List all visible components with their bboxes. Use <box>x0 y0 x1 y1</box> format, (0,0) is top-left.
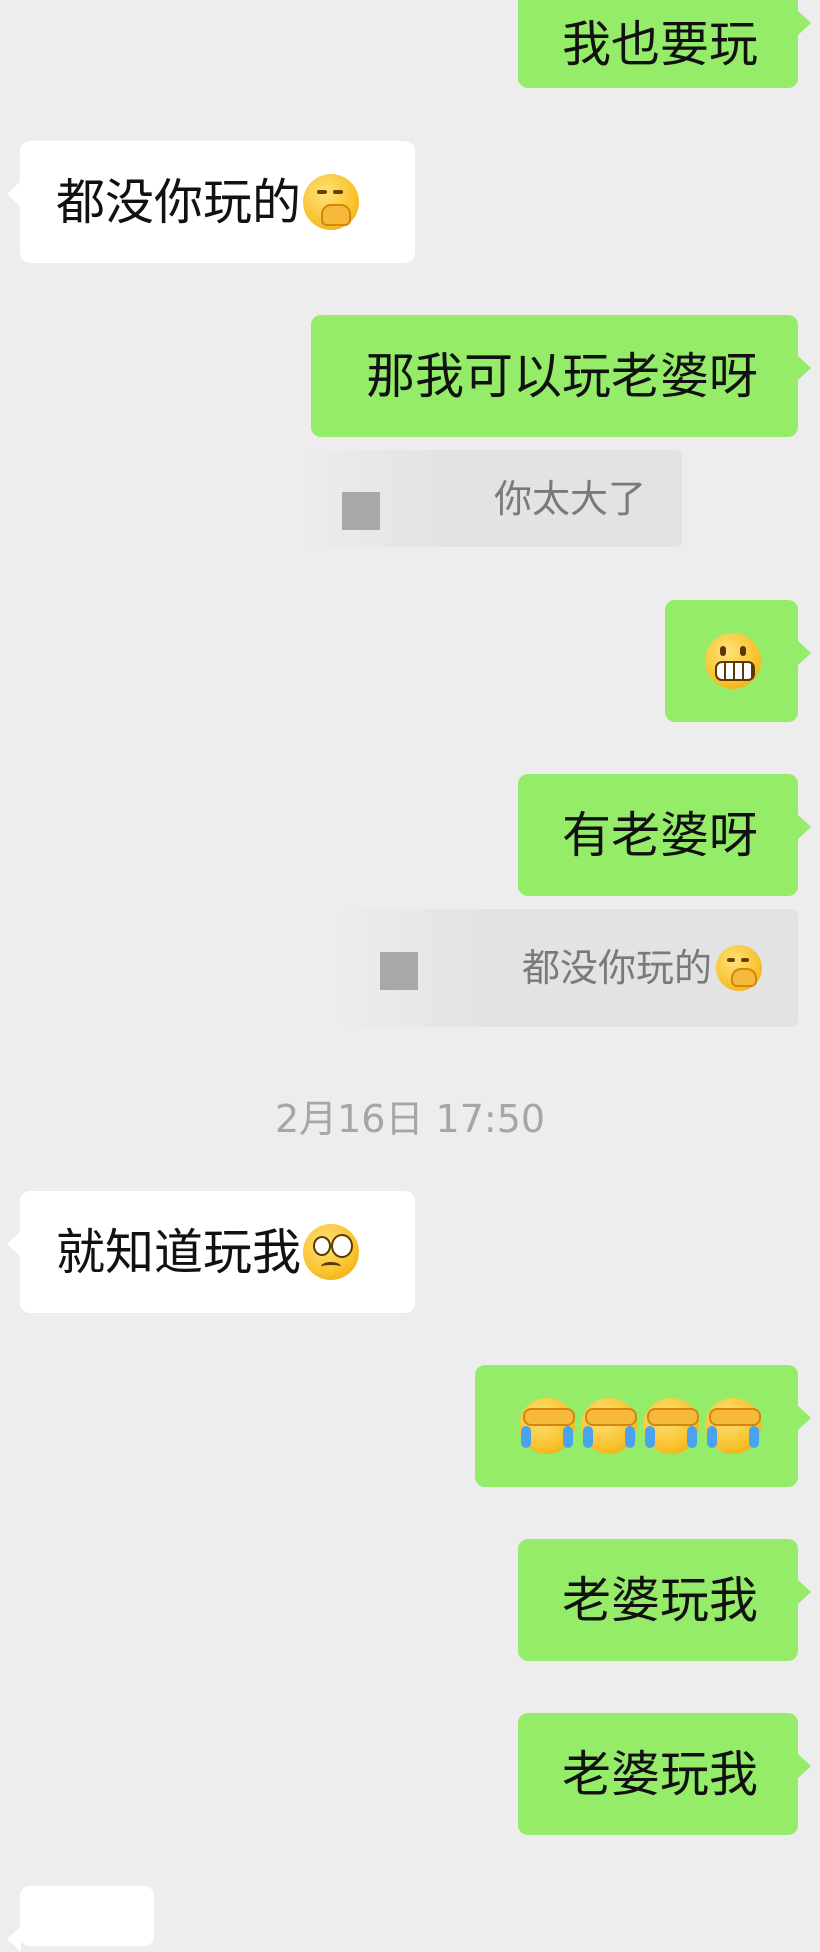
message-text: 都没你玩的 <box>56 173 302 231</box>
sent-message-bubble[interactable]: 老婆玩我 <box>518 1713 811 1835</box>
sent-message-bubble[interactable] <box>475 1365 811 1487</box>
quote-thumbnail <box>342 492 380 530</box>
face-palm-crying-icon <box>643 1398 699 1454</box>
message-text: 就知道玩我 <box>56 1223 302 1281</box>
flushed-face-icon <box>303 1224 360 1280</box>
quote-text: 你太大了 <box>493 476 646 521</box>
received-message-bubble[interactable] <box>7 1886 154 1952</box>
sent-message-bubble[interactable] <box>665 600 811 722</box>
thinking-face-icon <box>716 945 762 991</box>
sent-message-bubble[interactable]: 有老婆呀 <box>518 774 811 896</box>
sent-message-bubble[interactable]: 我也要玩 <box>518 0 811 88</box>
face-palm-crying-icon <box>581 1398 637 1454</box>
grimacing-face-icon <box>705 633 761 689</box>
message-text: 我也要玩 <box>561 15 758 73</box>
quoted-reply[interactable]: 你太大了 <box>304 450 682 547</box>
face-palm-crying-icon <box>519 1398 575 1454</box>
quote-text: 都没你玩的 <box>521 946 712 990</box>
thinking-face-icon <box>303 174 360 230</box>
quoted-reply[interactable]: 都没你玩的 <box>342 909 798 1027</box>
message-text: 老婆玩我 <box>561 1745 758 1803</box>
message-timestamp: 2月16日 17:50 <box>274 1097 546 1141</box>
sent-message-bubble[interactable]: 老婆玩我 <box>518 1539 811 1661</box>
received-message-bubble[interactable]: 都没你玩的 <box>7 141 415 263</box>
sent-message-bubble[interactable]: 那我可以玩老婆呀 <box>311 315 811 437</box>
message-text: 老婆玩我 <box>561 1571 758 1629</box>
message-text: 那我可以玩老婆呀 <box>365 347 758 405</box>
face-palm-crying-icon <box>705 1398 761 1454</box>
received-message-bubble[interactable]: 就知道玩我 <box>7 1191 415 1313</box>
quote-thumbnail <box>380 952 418 990</box>
message-text: 有老婆呀 <box>561 806 758 864</box>
